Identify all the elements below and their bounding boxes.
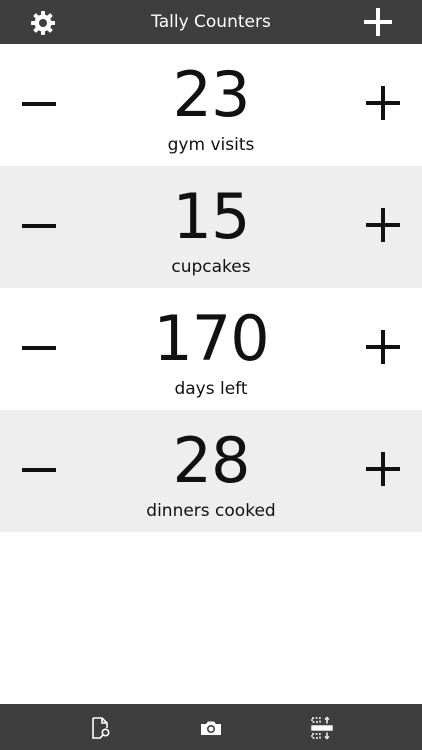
bottom-toolbar [0, 704, 422, 750]
reorder-button[interactable] [310, 716, 334, 740]
top-navigation-bar: Tally Counters [0, 0, 422, 44]
decrement-button[interactable] [22, 346, 56, 350]
increment-button[interactable] [366, 208, 400, 242]
decrement-button[interactable] [22, 468, 56, 472]
counter-row: 23 gym visits [0, 44, 422, 166]
settings-button[interactable] [29, 9, 57, 37]
camera-button[interactable] [199, 716, 223, 740]
increment-button[interactable] [366, 86, 400, 120]
increment-button[interactable] [366, 330, 400, 364]
counter-label: days left [174, 379, 248, 399]
counter-label: dinners cooked [146, 501, 276, 521]
counter-value: 28 [172, 424, 251, 497]
counter-value: 23 [172, 58, 251, 131]
counter-value: 170 [153, 302, 269, 375]
reorder-icon [311, 716, 333, 740]
increment-button[interactable] [366, 452, 400, 486]
decrement-button[interactable] [22, 224, 56, 228]
counter-value: 15 [172, 180, 251, 253]
counter-row: 15 cupcakes [0, 166, 422, 288]
counter-label: cupcakes [171, 257, 251, 277]
counter-label: gym visits [167, 135, 255, 155]
counter-row: 170 days left [0, 288, 422, 410]
decrement-button[interactable] [22, 102, 56, 106]
page-title: Tally Counters [151, 12, 271, 32]
counter-list: 23 gym visits 15 cupcakes 170 days left … [0, 44, 422, 532]
gear-icon [31, 11, 55, 35]
add-counter-button[interactable] [364, 8, 392, 36]
export-button[interactable] [89, 716, 113, 740]
camera-icon [201, 721, 221, 735]
document-search-icon [92, 717, 110, 739]
counter-row: 28 dinners cooked [0, 410, 422, 532]
